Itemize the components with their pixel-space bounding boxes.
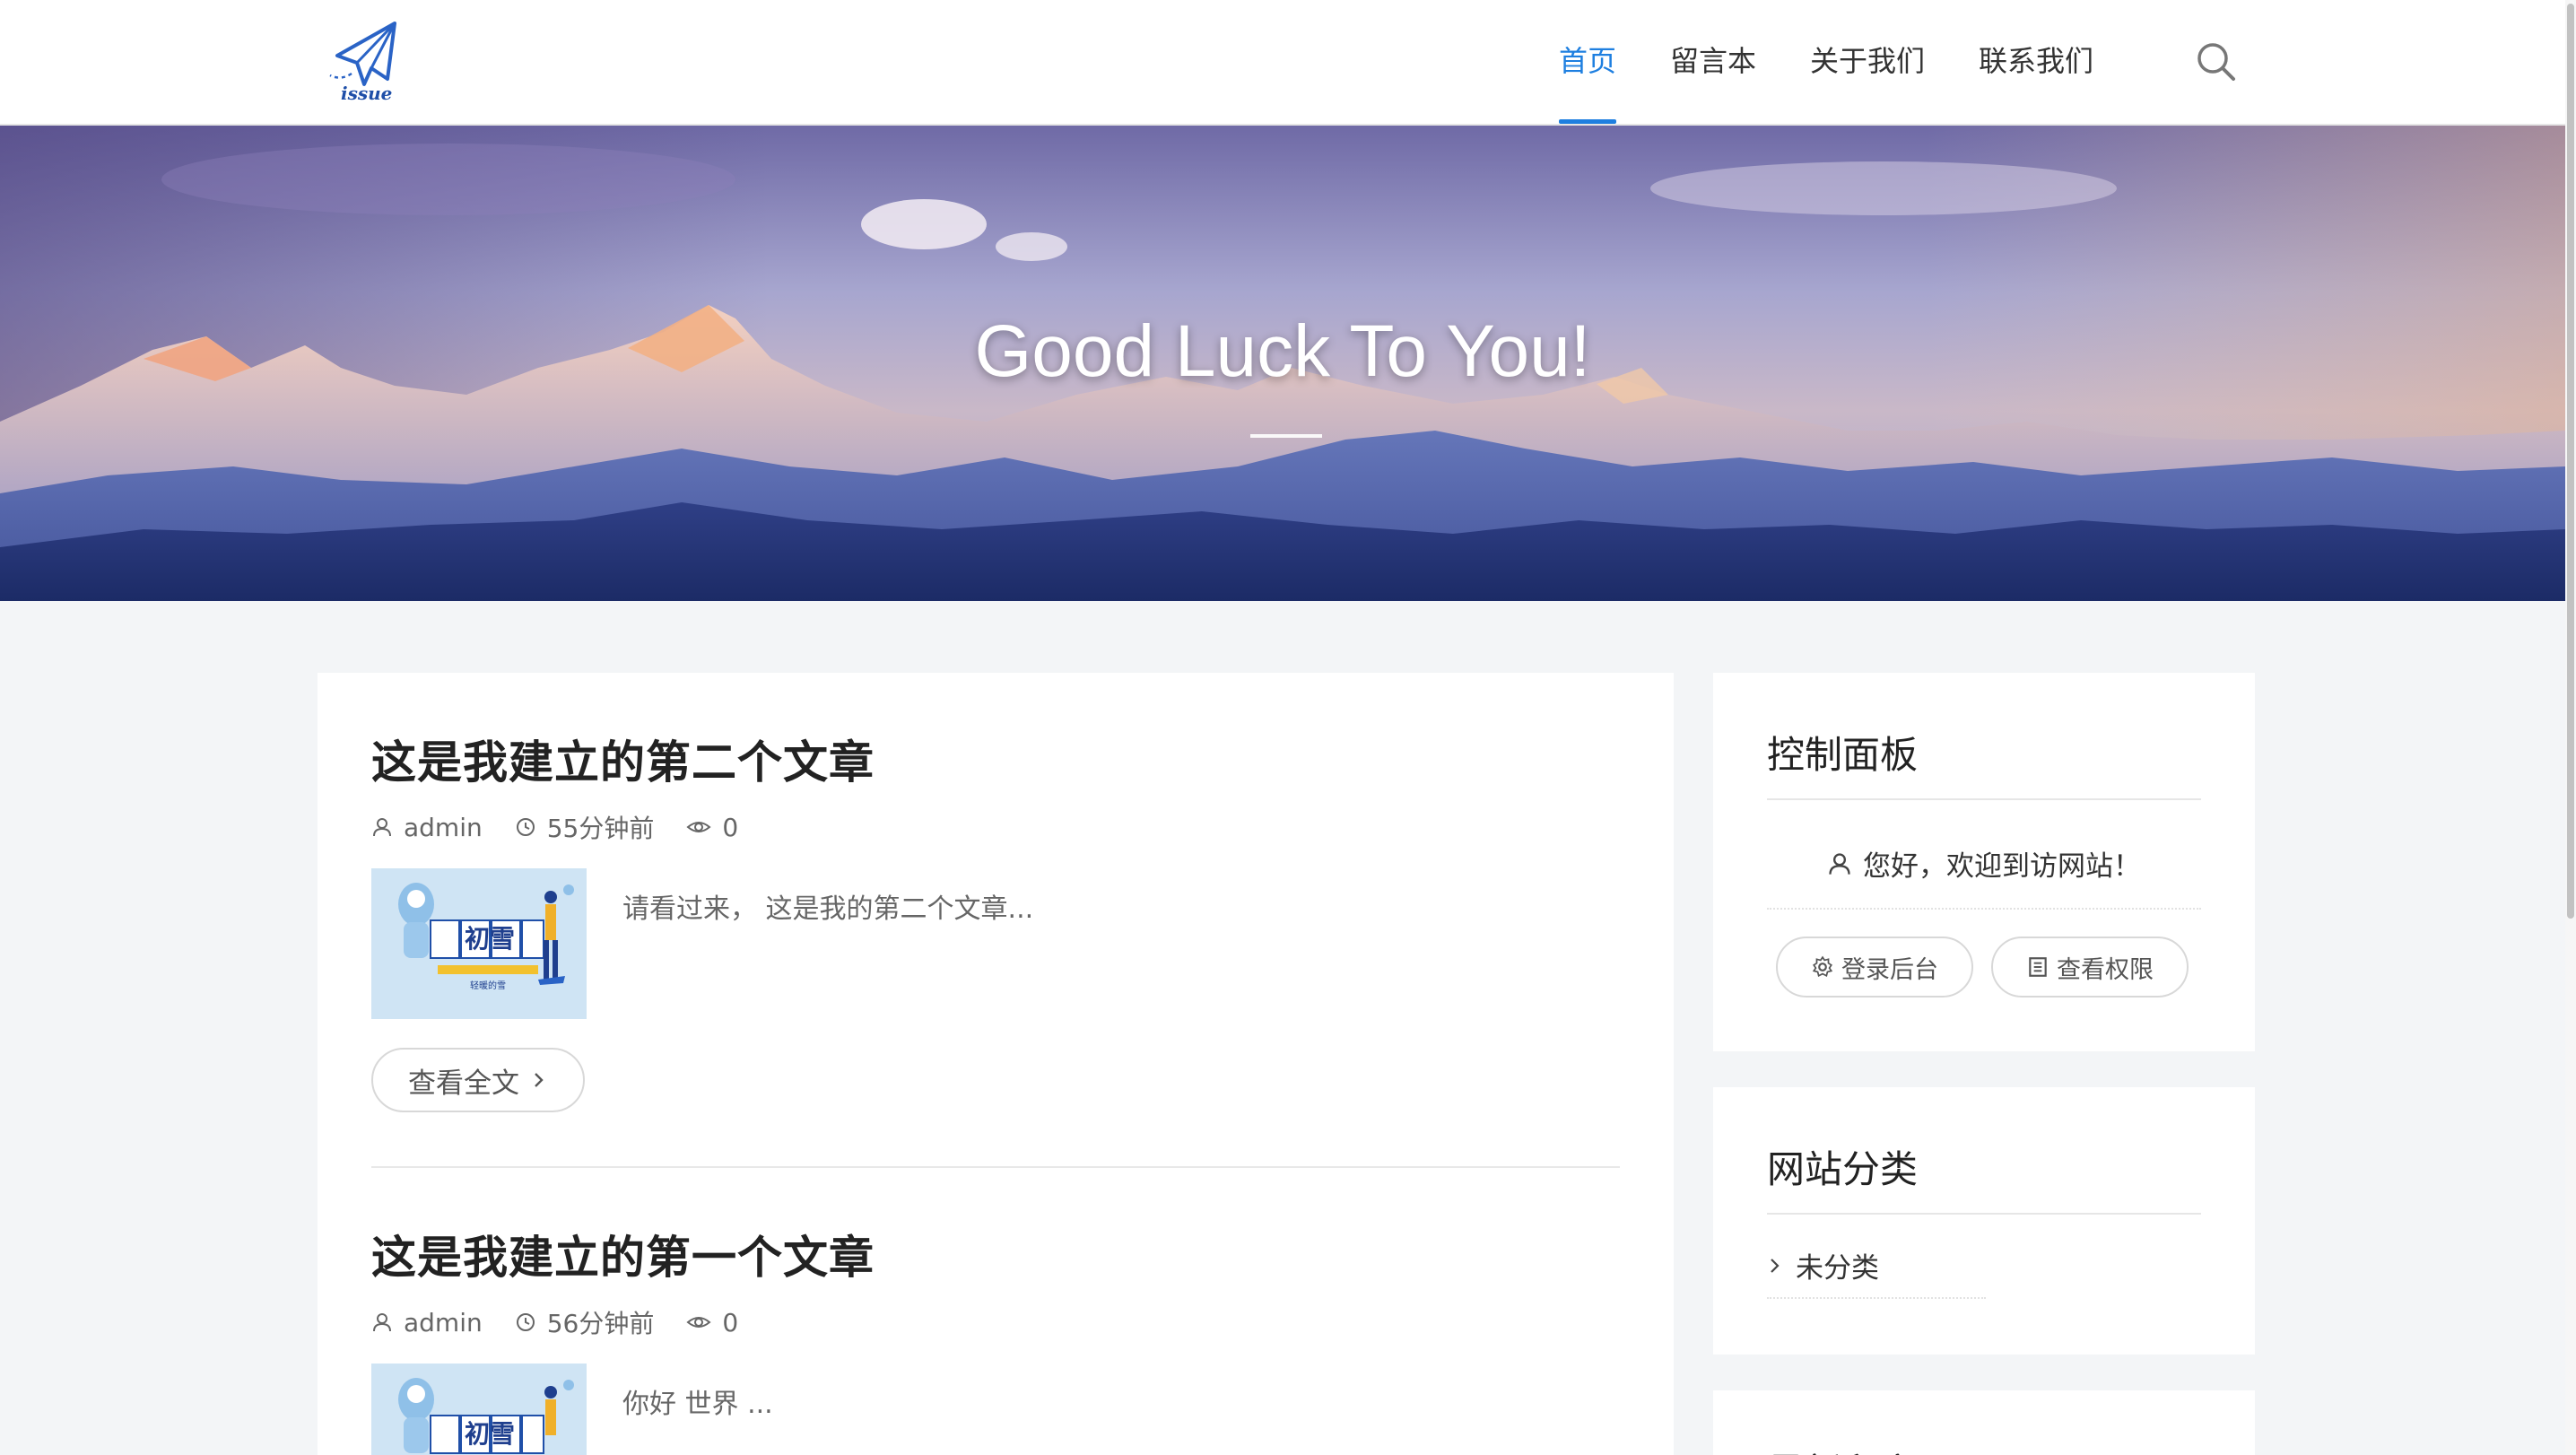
thumb-text: 初雪 [465,1419,515,1449]
category-label: 未分类 [1796,1252,1879,1285]
post-item: 这是我建立的第二个文章 admin 55分钟前 0 初雪 轻暖的雪 请看过来， … [371,727,1620,1112]
post-meta: admin 56分钟前 0 [371,1304,770,1340]
post-excerpt: 请看过来， 这是我的第二个文章... [622,893,1034,925]
post-divider [371,1166,1620,1168]
chevron-right-icon [535,1073,544,1087]
hero-underline [1250,434,1322,438]
post-thumbnail[interactable]: 初雪 [371,1364,587,1455]
site-header: issue 首页 留言本 关于我们 联系我们 [0,0,2565,126]
post-views: 0 [686,1308,738,1337]
login-admin-label: 登录后台 [1841,955,1938,984]
search-icon[interactable] [2194,39,2237,83]
user-icon [1829,852,1850,875]
page-scrollbar[interactable] [2565,0,2576,1455]
widget-title: 控制面板 [1767,733,1919,777]
eye-icon [686,822,711,832]
post-author-name: admin [404,1307,483,1337]
view-permissions-button[interactable]: 查看权限 [1991,937,2189,998]
welcome-text: 您好，欢迎到访网站！ [1863,850,2141,883]
post-title[interactable]: 这是我建立的第一个文章 [371,1222,1620,1286]
view-permissions-label: 查看权限 [2057,955,2154,984]
clock-icon [516,1313,535,1331]
login-admin-button[interactable]: 登录后台 [1776,937,1973,998]
user-icon [373,818,391,837]
dotted-divider [1767,908,2201,910]
nav-item-contact[interactable]: 联系我们 [1979,0,2093,124]
post-time-text: 55分钟前 [546,814,655,843]
widget-title: 网站分类 [1767,1147,1919,1191]
nav-item-guestbook[interactable]: 留言本 [1670,0,1756,124]
post-title[interactable]: 这是我建立的第二个文章 [371,727,1620,791]
post-views-count: 0 [722,1307,739,1337]
nav-item-about[interactable]: 关于我们 [1810,0,1925,124]
post-views-count: 0 [722,812,739,842]
category-item-uncategorized[interactable]: 未分类 [1767,1245,1879,1285]
eye-icon [686,1317,711,1328]
snow-illustration-image: 初雪 轻暖的雪 [371,868,587,1019]
post-thumbnail[interactable]: 初雪 轻暖的雪 [371,868,587,1019]
document-icon [2029,957,2047,977]
gear-icon [1812,955,1833,978]
thumb-text: 初雪 [465,924,515,954]
categories-widget: 网站分类 未分类 [1713,1087,2255,1355]
post-list: 这是我建立的第二个文章 admin 55分钟前 0 初雪 轻暖的雪 请看过来， … [318,673,1674,1455]
hero-banner: Good Luck To You! [0,126,2565,601]
post-author: admin [371,813,483,842]
post-item: 这是我建立的第一个文章 admin 56分钟前 0 初雪 你好 世界 ... [371,1222,1620,1455]
post-views: 0 [686,813,738,842]
nav-item-home[interactable]: 首页 [1559,0,1617,124]
welcome-message: 您好，欢迎到访网站！ [1767,843,2201,884]
hero-title: Good Luck To You! [974,310,1591,392]
post-author-name: admin [404,812,483,842]
read-more-label: 查看全文 [408,1067,519,1100]
clock-icon [516,818,535,836]
post-time: 56分钟前 [515,1304,655,1340]
widget-title-rule [1767,1213,2201,1215]
post-author: admin [371,1308,483,1337]
post-excerpt: 你好 世界 ... [622,1389,773,1420]
thumb-subtext: 轻暖的雪 [470,980,506,991]
chevron-right-icon [1771,1258,1780,1273]
logo-text: issue [341,83,393,104]
snow-illustration-image: 初雪 [371,1364,587,1455]
post-time: 55分钟前 [515,809,655,845]
widget-title-rule [1767,798,2201,800]
dotted-divider [1767,1297,1986,1299]
scrollbar-thumb[interactable] [2567,4,2574,919]
recent-comments-widget: 最新留言 [1713,1390,2255,1455]
post-time-text: 56分钟前 [546,1309,655,1338]
widget-title: 最新留言 [1767,1442,1918,1455]
read-more-button[interactable]: 查看全文 [371,1048,585,1112]
post-meta: admin 55分钟前 0 [371,809,770,845]
user-icon [373,1313,391,1332]
control-panel-widget: 控制面板 您好，欢迎到访网站！ 登录后台 查看权限 [1713,673,2255,1051]
